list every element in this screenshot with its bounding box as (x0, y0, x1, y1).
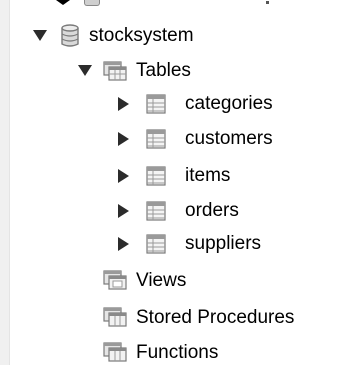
expand-arrow-icon[interactable] (118, 237, 129, 251)
procedures-folder-icon (103, 307, 127, 327)
expand-arrow-icon[interactable] (118, 204, 129, 218)
tree-node-views[interactable]: Views (0, 266, 355, 296)
tree-node-table[interactable]: orders (0, 196, 355, 226)
table-folder-icon (103, 61, 127, 81)
tree-node-schema[interactable]: stocksystem (0, 21, 355, 51)
table-icon (146, 94, 166, 114)
tree-node-table[interactable]: customers (0, 124, 355, 154)
table-label: categories (185, 93, 273, 114)
tree-node-table[interactable]: suppliers (0, 229, 355, 259)
table-label: customers (185, 128, 273, 149)
expand-arrow-icon[interactable] (118, 132, 129, 146)
expand-arrow-icon[interactable] (118, 97, 129, 111)
tree-node-tables[interactable]: Tables (0, 56, 355, 86)
expand-arrow-icon[interactable] (78, 65, 92, 76)
tables-label: Tables (136, 60, 191, 81)
table-label: suppliers (185, 233, 262, 254)
functions-label: Functions (136, 342, 219, 363)
tree-node-table[interactable]: items (0, 161, 355, 191)
table-label: items (185, 165, 231, 186)
tree-node-table[interactable]: categories (0, 89, 355, 119)
schema-navigator-tree: stocksystem Tables categories customers … (0, 0, 355, 365)
views-label: Views (136, 270, 187, 291)
database-icon (61, 24, 79, 47)
stored-procedures-label: Stored Procedures (136, 307, 295, 328)
tree-node-functions[interactable]: Functions (0, 338, 355, 368)
table-icon (146, 201, 166, 221)
table-icon (146, 234, 166, 254)
expand-arrow-icon[interactable] (33, 30, 47, 41)
tree-node-stored-procedures[interactable]: Stored Procedures (0, 303, 355, 333)
expand-arrow-icon[interactable] (118, 169, 129, 183)
table-icon (146, 129, 166, 149)
table-icon (146, 166, 166, 186)
schema-label: stocksystem (89, 25, 194, 46)
table-label: orders (185, 200, 239, 221)
functions-folder-icon (103, 342, 127, 362)
views-folder-icon (103, 270, 127, 290)
